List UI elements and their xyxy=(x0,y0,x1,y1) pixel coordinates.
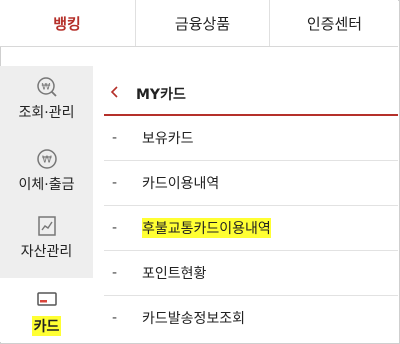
page-title: MY카드 xyxy=(136,87,186,103)
svg-text:₩: ₩ xyxy=(42,155,52,166)
menu-item-label: 카드발송정보조회 xyxy=(142,311,246,327)
menu-item-card-delivery-info[interactable]: - 카드발송정보조회 xyxy=(104,296,398,340)
list-bullet: - xyxy=(112,265,118,281)
sidebar-item-card[interactable]: 카드 xyxy=(0,278,93,342)
tab-banking[interactable]: 뱅킹 xyxy=(0,0,134,46)
chevron-left-icon[interactable] xyxy=(110,86,132,102)
menu-item-label: 카드이용내역 xyxy=(142,176,220,192)
sidebar-item-label: 조회·관리 xyxy=(18,105,75,121)
sidebar-item-transfer[interactable]: ₩ 이체·출금 xyxy=(0,148,93,194)
menu-item-transit-card-usage-history[interactable]: - 후불교통카드이용내역 xyxy=(104,206,398,251)
menu-item-card-usage-history[interactable]: - 카드이용내역 xyxy=(104,161,398,206)
menu-item-point-status[interactable]: - 포인트현황 xyxy=(104,251,398,296)
svg-text:₩: ₩ xyxy=(41,83,50,93)
menu-item-label: 보유카드 xyxy=(142,131,194,147)
asset-chart-icon xyxy=(37,216,56,236)
menu-item-label: 포인트현황 xyxy=(142,266,207,282)
sidebar-item-label: 카드 xyxy=(31,316,62,336)
list-bullet: - xyxy=(112,220,118,236)
sidebar-item-inquiry[interactable]: ₩ 조회·관리 xyxy=(0,76,93,122)
tab-financial-products[interactable]: 금융상품 xyxy=(135,0,269,46)
panel-header: MY카드 xyxy=(104,74,398,116)
top-tab-bar: 뱅킹 금융상품 인증센터 xyxy=(0,0,398,47)
sidebar-item-asset-management[interactable]: 자산관리 xyxy=(0,215,93,261)
won-transfer-icon: ₩ xyxy=(36,149,57,169)
card-icon xyxy=(36,292,57,306)
list-bullet: - xyxy=(112,310,118,326)
list-bullet: - xyxy=(112,130,118,146)
menu-item-label: 후불교통카드이용내역 xyxy=(142,218,271,238)
tab-certification-center[interactable]: 인증센터 xyxy=(269,0,399,46)
sidebar-item-label: 이체·출금 xyxy=(18,177,75,193)
sidebar: ₩ 조회·관리 ₩ 이체·출금 자산관리 카드 xyxy=(0,66,93,342)
won-search-icon: ₩ xyxy=(36,77,57,97)
list-bullet: - xyxy=(112,175,118,191)
sidebar-item-label: 자산관리 xyxy=(20,244,73,260)
menu-item-owned-cards[interactable]: - 보유카드 xyxy=(104,116,398,161)
